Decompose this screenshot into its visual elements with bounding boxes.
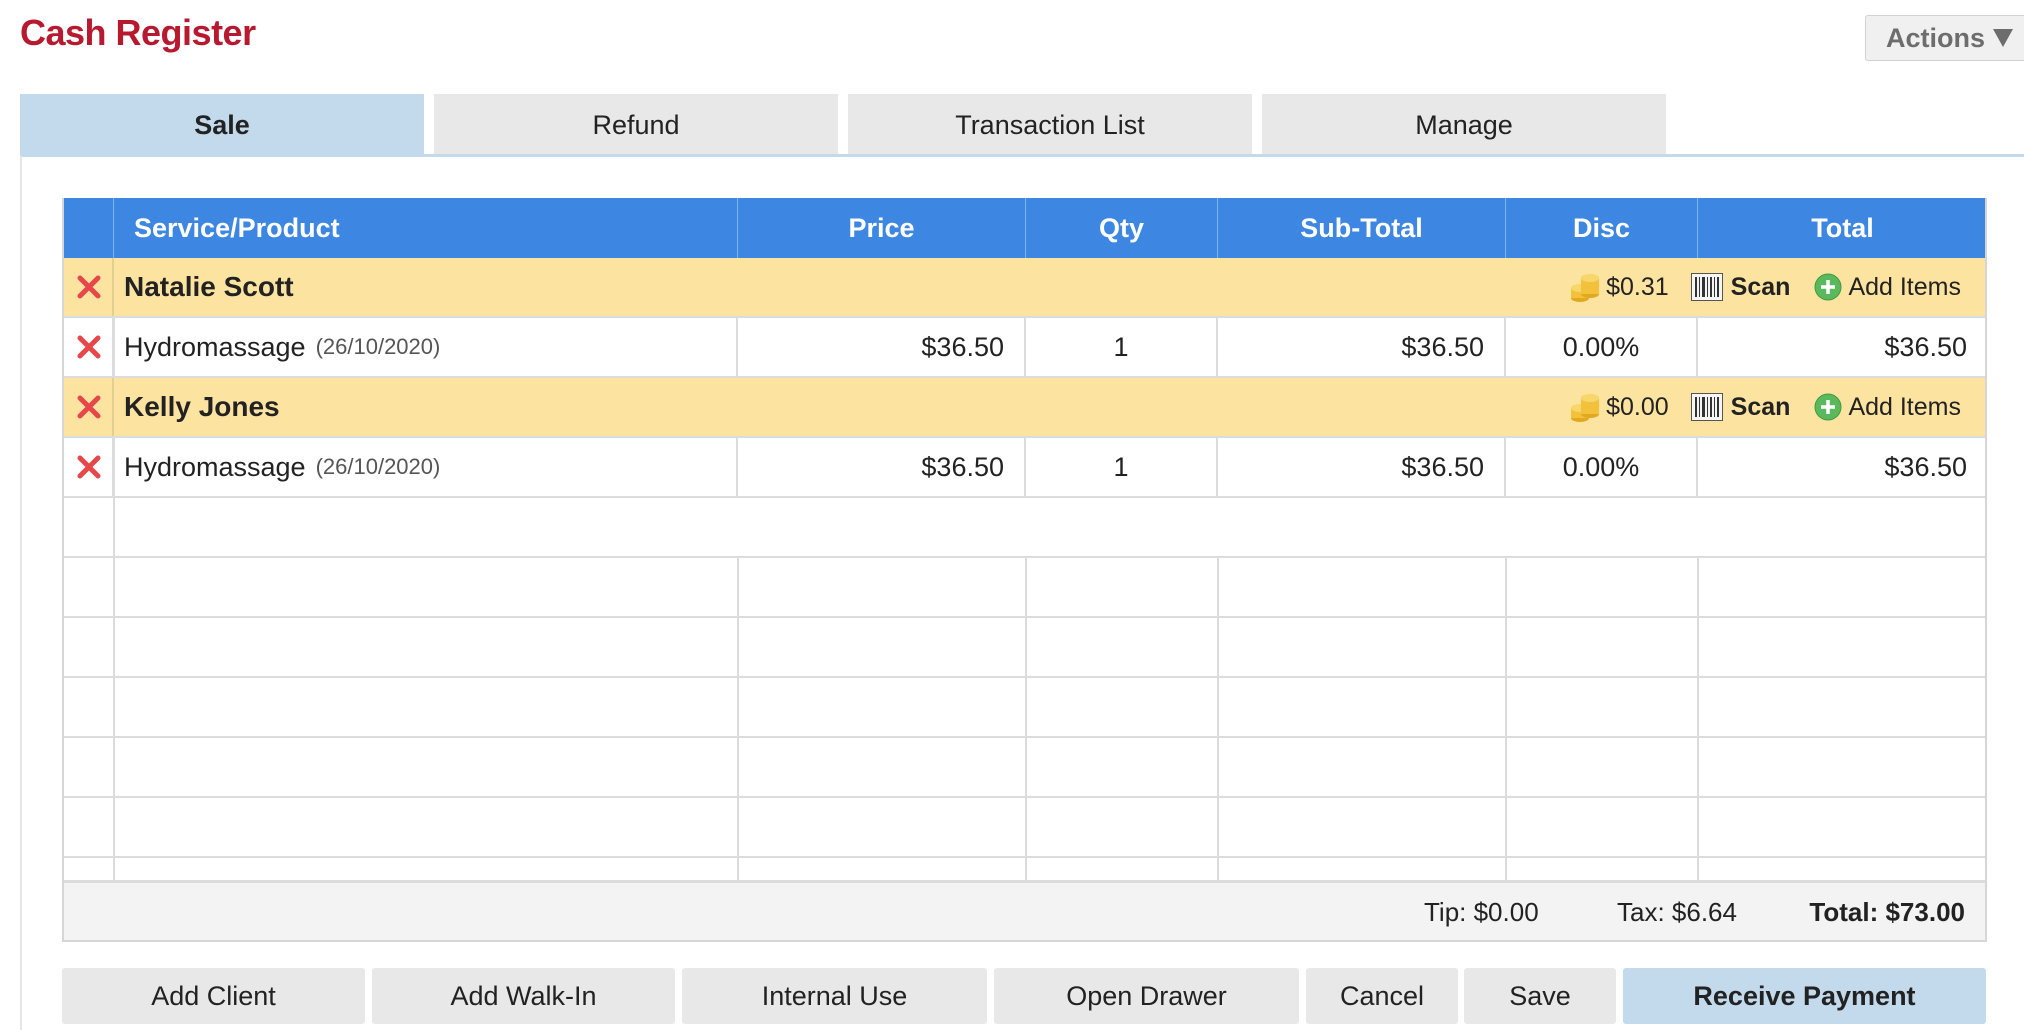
tab-underline [20,154,2024,157]
item-qty[interactable]: 1 [1026,438,1218,496]
tax-amount: Tax: $6.64 [1617,896,1737,927]
header-subtotal: Sub-Total [1218,198,1506,258]
add-circle-icon [1814,393,1842,421]
panel-border [20,156,22,1030]
page-title: Cash Register [20,12,256,53]
actions-label: Actions [1886,22,1986,53]
add-items-label: Add Items [1848,392,1961,421]
client-tools: $0.31 Scan Add Items [1570,258,1961,316]
item-service-name: Hydromassage [124,331,306,362]
item-subtotal: $36.50 [1218,438,1506,496]
client-discount-value: $0.00 [1606,392,1669,421]
cancel-button[interactable]: Cancel [1306,968,1458,1024]
item-qty[interactable]: 1 [1026,318,1218,376]
client-row: Kelly Jones $0.00 Scan Add Items [64,378,1985,438]
header-service-product: Service/Product [114,198,738,258]
client-name[interactable]: Kelly Jones [114,378,914,436]
item-total: $36.50 [1884,451,1967,482]
item-price[interactable]: $36.50 [738,438,1026,496]
caret-down-icon [1993,29,2014,47]
item-disc[interactable]: 0.00% [1506,438,1698,496]
internal-use-button[interactable]: Internal Use [682,968,987,1024]
scan-button[interactable]: Scan [1690,392,1791,422]
grid-line [1025,558,1027,880]
remove-client-button[interactable] [64,258,114,316]
grand-total: Total: $73.00 [1809,896,1965,927]
tab-refund[interactable]: Refund [434,94,838,156]
grid-line [1505,558,1507,880]
item-service[interactable]: Hydromassage (26/10/2020) [114,438,738,496]
tip-amount: Tip: $0.00 [1424,896,1539,927]
client-discount[interactable]: $0.31 [1570,270,1669,304]
save-button[interactable]: Save [1464,968,1616,1024]
tab-sale[interactable]: Sale [20,94,424,156]
client-name[interactable]: Natalie Scott [114,258,914,316]
item-date: (26/10/2020) [315,334,441,359]
client-discount-value: $0.31 [1606,272,1669,301]
item-subtotal: $36.50 [1218,318,1506,376]
tab-manage[interactable]: Manage [1262,94,1666,156]
header-remove-col [64,198,114,258]
sale-table: Service/Product Price Qty Sub-Total Disc… [62,198,1987,942]
grid-line [64,796,1985,798]
remove-client-button[interactable] [64,378,114,436]
add-circle-icon [1814,273,1842,301]
actions-dropdown[interactable]: Actions [1865,15,2024,61]
tab-sale-label: Sale [194,109,250,140]
client-row: Natalie Scott $0.31 Scan Add Items [64,258,1985,318]
add-items-button[interactable]: Add Items [1814,393,1961,422]
item-price[interactable]: $36.50 [738,318,1026,376]
item-total: $36.50 [1884,331,1967,362]
scan-label: Scan [1730,392,1791,421]
remove-item-button[interactable] [64,318,114,376]
header-price: Price [738,198,1026,258]
grid-line [64,616,1985,618]
coins-icon [1571,274,1600,302]
totals-bar: Tip: $0.00 Tax: $6.64 Total: $73.00 [64,880,1985,940]
table-row: Hydromassage (26/10/2020) $36.50 1 $36.5… [64,318,1985,378]
client-name-text: Kelly Jones [124,391,280,422]
table-header: Service/Product Price Qty Sub-Total Disc… [64,198,1985,258]
item-service[interactable]: Hydromassage (26/10/2020) [114,318,738,376]
tab-refund-label: Refund [592,109,680,140]
barcode-icon [1690,273,1723,301]
add-client-button[interactable]: Add Client [62,968,365,1024]
remove-x-icon [76,454,102,480]
item-disc[interactable]: 0.00% [1506,318,1698,376]
client-name-text: Natalie Scott [124,271,294,302]
grid-line [64,856,1985,858]
add-items-button[interactable]: Add Items [1814,273,1961,302]
grid-line [1217,558,1219,880]
grid-line [64,556,1985,558]
tab-transaction-list-label: Transaction List [955,109,1145,140]
tab-manage-label: Manage [1415,109,1513,140]
add-items-label: Add Items [1848,272,1961,301]
open-drawer-button[interactable]: Open Drawer [994,968,1299,1024]
scan-button[interactable]: Scan [1690,272,1791,302]
remove-x-icon [76,274,102,300]
add-walk-in-button[interactable]: Add Walk-In [372,968,675,1024]
grid-line [737,558,739,880]
header-disc: Disc [1506,198,1698,258]
remove-x-icon [76,334,102,360]
grid-line [64,676,1985,678]
scan-label: Scan [1730,272,1791,301]
grid-line [64,736,1985,738]
header-total: Total [1811,212,1874,243]
tab-transaction-list[interactable]: Transaction List [848,94,1252,156]
client-discount[interactable]: $0.00 [1570,390,1669,424]
item-service-name: Hydromassage [124,451,306,482]
header-qty: Qty [1026,198,1218,258]
remove-item-button[interactable] [64,438,114,496]
receive-payment-button[interactable]: Receive Payment [1623,968,1986,1024]
barcode-icon [1690,393,1723,421]
grid-line [1697,558,1699,880]
coins-icon [1571,394,1600,422]
item-date: (26/10/2020) [315,454,441,479]
client-tools: $0.00 Scan Add Items [1570,378,1961,436]
remove-x-icon [76,394,102,420]
table-row: Hydromassage (26/10/2020) $36.50 1 $36.5… [64,438,1985,498]
